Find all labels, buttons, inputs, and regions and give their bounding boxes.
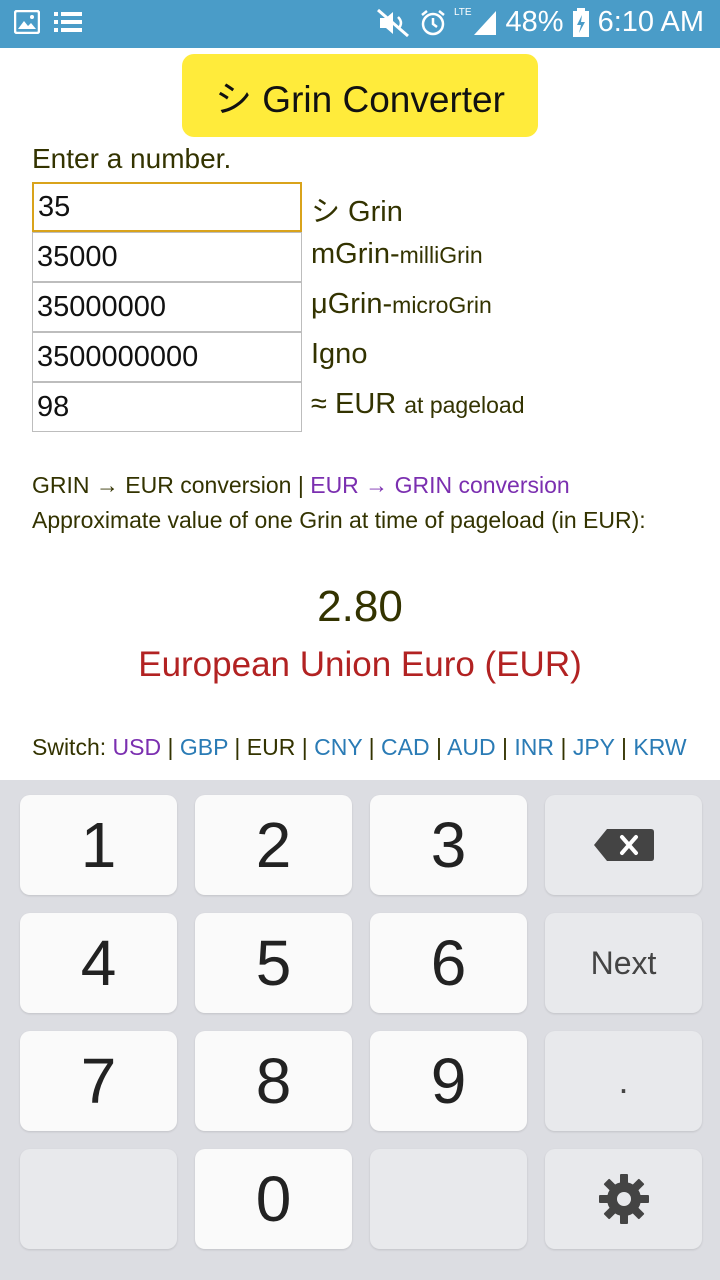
eur-unit-label: ≈ EUR at pageload [311,388,525,420]
numeric-keyboard: 1 2 3 4 5 6 Next 7 8 9 . 0 [0,780,720,1280]
eur-input[interactable] [32,382,302,432]
mgrin-input[interactable] [32,232,302,282]
next-key[interactable]: Next [545,913,702,1013]
conversion-links: GRIN → EUR conversion | EUR → GRIN conve… [32,472,570,498]
key-0[interactable]: 0 [195,1149,352,1249]
ugrin-input[interactable] [32,282,302,332]
status-left-icons [14,10,82,34]
mgrin-unit-label: mGrin-milliGrin [311,238,483,270]
backspace-icon [593,829,654,861]
switch-krw-link[interactable]: KRW [633,734,686,760]
currency-name: European Union Euro (EUR) [138,645,582,684]
gallery-icon [14,10,40,34]
clock: 6:10 AM [597,6,704,38]
network-type: LTE [453,7,472,18]
settings-key[interactable] [545,1149,702,1249]
key-6[interactable]: 6 [370,913,527,1013]
switch-gbp-link[interactable]: GBP [180,734,228,760]
app-title: シ Grin Converter [182,54,538,137]
empty-key [370,1149,527,1249]
battery-icon [572,7,589,37]
key-7[interactable]: 7 [20,1031,177,1131]
grin-to-eur-label: GRIN → EUR conversion [32,472,292,498]
backspace-key[interactable] [545,795,702,895]
eur-row: ≈ EUR at pageload [32,382,720,432]
key-5[interactable]: 5 [195,913,352,1013]
input-prompt: Enter a number. [32,143,232,174]
key-9[interactable]: 9 [370,1031,527,1131]
switch-usd-link[interactable]: USD [113,734,162,760]
alarm-icon [421,9,445,35]
decimal-key[interactable]: . [545,1031,702,1131]
key-3[interactable]: 3 [370,795,527,895]
mute-icon [376,8,409,37]
exchange-rate: 2.80 [317,582,403,631]
eur-to-grin-link[interactable]: EUR → GRIN conversion [310,472,569,498]
switch-inr-link[interactable]: INR [514,734,554,760]
signal-icon [473,10,496,35]
currency-switch: Switch: USD | GBP | EUR | CNY | CAD | AU… [32,734,687,760]
key-2[interactable]: 2 [195,795,352,895]
igno-unit-label: Igno [311,338,368,370]
switch-cny-link[interactable]: CNY [314,734,362,760]
igno-input[interactable] [32,332,302,382]
approx-description: Approximate value of one Grin at time of… [32,507,646,533]
igno-row: Igno [32,332,720,382]
grin-input[interactable] [32,182,302,232]
switch-eur-current: EUR [246,734,296,760]
grin-unit-label: シ Grin [311,196,403,228]
switch-jpy-link[interactable]: JPY [573,734,615,760]
empty-key [20,1149,177,1249]
key-4[interactable]: 4 [20,913,177,1013]
status-bar: LTE 48% 6:10 AM [0,0,720,48]
switch-cad-link[interactable]: CAD [381,734,430,760]
battery-percent: 48% [505,6,564,38]
key-8[interactable]: 8 [195,1031,352,1131]
list-icon [54,12,82,32]
grin-row: シ Grin [32,182,720,232]
key-1[interactable]: 1 [20,795,177,895]
status-right: LTE 48% 6:10 AM [376,6,704,39]
ugrin-row: μGrin-microGrin [32,282,720,332]
switch-aud-link[interactable]: AUD [447,734,496,760]
mgrin-row: mGrin-milliGrin [32,232,720,282]
ugrin-unit-label: μGrin-microGrin [311,288,492,320]
gear-icon [598,1174,649,1224]
